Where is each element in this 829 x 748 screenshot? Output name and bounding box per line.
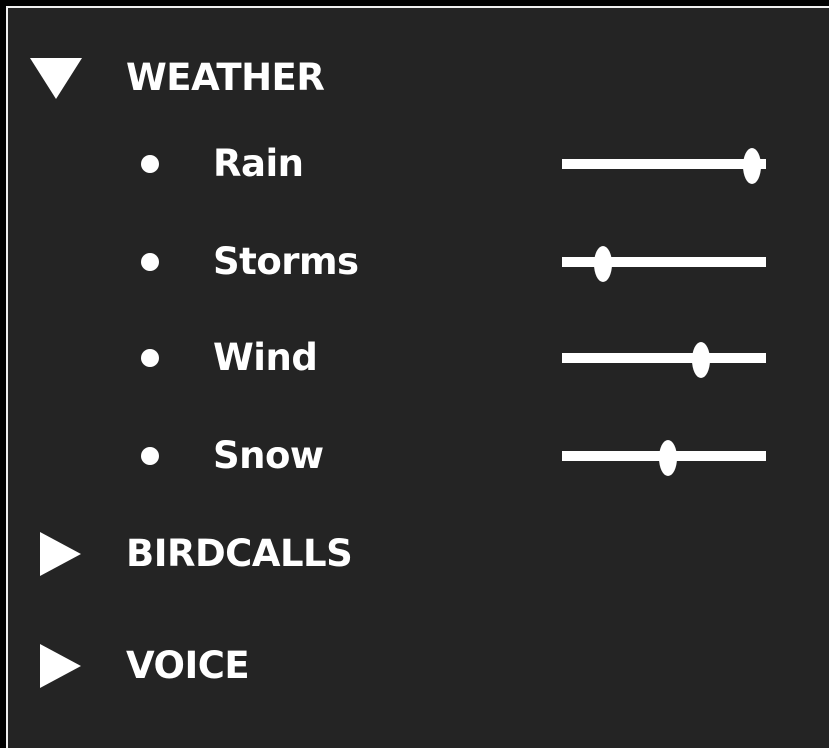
wind-slider[interactable] (562, 342, 766, 378)
rain-slider[interactable] (562, 148, 766, 184)
section-header-weather[interactable]: WEATHER (8, 48, 428, 108)
slider-thumb[interactable] (593, 246, 612, 282)
list-item-rain: Rain (8, 136, 808, 192)
bullet-icon (141, 155, 159, 173)
storms-slider[interactable] (562, 246, 766, 282)
item-label-wind: Wind (213, 336, 318, 379)
triangle-down-icon[interactable] (30, 58, 82, 99)
slider-track[interactable] (562, 353, 766, 363)
item-label-storms: Storms (213, 240, 359, 283)
triangle-right-icon[interactable] (40, 532, 81, 576)
bullet-icon (141, 349, 159, 367)
section-title-voice: VOICE (126, 644, 250, 687)
sound-mixer-panel: WEATHER Rain Storms Wind Snow BIRDCALLS … (6, 6, 829, 748)
snow-slider[interactable] (562, 440, 766, 476)
slider-thumb[interactable] (659, 440, 678, 476)
item-label-snow: Snow (213, 434, 324, 477)
list-item-snow: Snow (8, 428, 808, 484)
slider-thumb[interactable] (691, 342, 710, 378)
slider-track[interactable] (562, 257, 766, 267)
slider-track[interactable] (562, 159, 766, 169)
section-title-birdcalls: BIRDCALLS (126, 532, 353, 575)
bullet-icon (141, 447, 159, 465)
section-header-birdcalls[interactable]: BIRDCALLS (8, 524, 428, 584)
list-item-wind: Wind (8, 330, 808, 386)
slider-thumb[interactable] (742, 148, 761, 184)
item-label-rain: Rain (213, 142, 304, 185)
triangle-right-icon[interactable] (40, 644, 81, 688)
section-title-weather: WEATHER (126, 56, 325, 99)
list-item-storms: Storms (8, 234, 808, 290)
bullet-icon (141, 253, 159, 271)
section-header-voice[interactable]: VOICE (8, 636, 428, 696)
